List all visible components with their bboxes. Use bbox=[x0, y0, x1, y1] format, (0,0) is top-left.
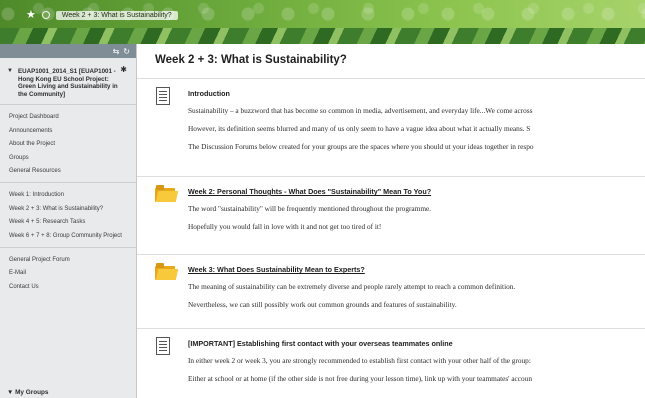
sidebar-item-email[interactable]: E-Mail bbox=[0, 267, 136, 280]
breadcrumb: ★ Week 2 + 3: What is Sustainability? bbox=[26, 8, 178, 22]
document-icon bbox=[155, 87, 173, 107]
course-title-text: EUAP1001_2014_S1 [EUAP1001 - Hong Kong E… bbox=[18, 68, 118, 98]
breadcrumb-current[interactable]: Week 2 + 3: What is Sustainability? bbox=[55, 10, 178, 20]
item-text: The word "sustainability" will be freque… bbox=[188, 204, 432, 213]
item-text: The meaning of sustainability can be ext… bbox=[188, 282, 516, 291]
document-icon bbox=[155, 337, 173, 357]
course-menu-toolbar: ⇆ ↻ bbox=[0, 44, 136, 58]
item-text: Nevertheless, we can still possibly work… bbox=[188, 300, 457, 309]
caret-down-icon: ▼ bbox=[7, 389, 14, 396]
refresh-icon[interactable]: ↻ bbox=[123, 47, 130, 56]
breadcrumb-separator-icon bbox=[41, 11, 50, 19]
sidebar-item-about-project[interactable]: About the Project bbox=[0, 138, 136, 151]
home-pin-icon[interactable]: ✱ bbox=[120, 66, 127, 74]
collapse-icon[interactable]: ⇆ bbox=[113, 47, 120, 56]
course-menu: ⇆ ↻ ▼ EUAP1001_2014_S1 [EUAP1001 - Hong … bbox=[0, 44, 137, 398]
sidebar-item-announcements[interactable]: Announcements bbox=[0, 125, 136, 138]
sidebar-item-project-dashboard[interactable]: Project Dashboard bbox=[0, 111, 136, 124]
caret-down-icon[interactable]: ▼ bbox=[7, 68, 13, 76]
nav-group-1: Project Dashboard Announcements About th… bbox=[0, 104, 136, 182]
top-bar: ★ Week 2 + 3: What is Sustainability? bbox=[0, 0, 645, 28]
sidebar-item-contact-us[interactable]: Contact Us bbox=[0, 281, 136, 294]
item-text: In either week 2 or week 3, you are stro… bbox=[188, 356, 531, 365]
content-item-first-contact: [IMPORTANT] Establishing first contact w… bbox=[137, 328, 645, 398]
banner-band bbox=[0, 28, 645, 44]
item-heading: Introduction bbox=[188, 89, 230, 98]
course-title[interactable]: ▼ EUAP1001_2014_S1 [EUAP1001 - Hong Kong… bbox=[0, 58, 136, 104]
item-text: The Discussion Forums below created for … bbox=[188, 142, 534, 151]
content-item-week-3: Week 3: What Does Sustainability Mean to… bbox=[137, 254, 645, 328]
my-groups-label: My Groups bbox=[15, 389, 49, 396]
nav-group-3: General Project Forum E-Mail Contact Us bbox=[0, 247, 136, 298]
sidebar-item-week-6-7-8[interactable]: Week 6 + 7 + 8: Group Community Project bbox=[0, 230, 136, 243]
page-title: Week 2 + 3: What is Sustainability? bbox=[155, 54, 347, 66]
home-icon[interactable]: ★ bbox=[26, 9, 36, 21]
content-item-week-2: Week 2: Personal Thoughts - What Does "S… bbox=[137, 176, 645, 254]
content-area: Week 2 + 3: What is Sustainability? Intr… bbox=[137, 44, 645, 398]
item-heading: [IMPORTANT] Establishing first contact w… bbox=[188, 339, 453, 348]
item-text: Hopefully you would fall in love with it… bbox=[188, 222, 382, 231]
folder-icon bbox=[155, 263, 179, 283]
nav-group-2: Week 1: Introduction Week 2 + 3: What is… bbox=[0, 182, 136, 247]
my-groups-toggle[interactable]: ▼ My Groups bbox=[0, 389, 137, 396]
sidebar-item-groups[interactable]: Groups bbox=[0, 152, 136, 165]
item-heading-link[interactable]: Week 2: Personal Thoughts - What Does "S… bbox=[188, 187, 431, 196]
sidebar-item-general-forum[interactable]: General Project Forum bbox=[0, 254, 136, 267]
content-item-introduction: Introduction Sustainability – a buzzword… bbox=[137, 78, 645, 176]
folder-icon bbox=[155, 185, 179, 205]
sidebar-item-week-4-5[interactable]: Week 4 + 5: Research Tasks bbox=[0, 216, 136, 229]
item-text: Sustainability – a buzzword that has bec… bbox=[188, 106, 533, 115]
item-heading-link[interactable]: Week 3: What Does Sustainability Mean to… bbox=[188, 265, 365, 274]
item-text: Either at school or at home (if the othe… bbox=[188, 374, 532, 383]
sidebar-item-week-1[interactable]: Week 1: Introduction bbox=[0, 189, 136, 202]
item-text: However, its definition seems blurred an… bbox=[188, 124, 531, 133]
sidebar-item-general-resources[interactable]: General Resources bbox=[0, 165, 136, 178]
sidebar-item-week-2-3[interactable]: Week 2 + 3: What is Sustainability? bbox=[0, 203, 136, 216]
